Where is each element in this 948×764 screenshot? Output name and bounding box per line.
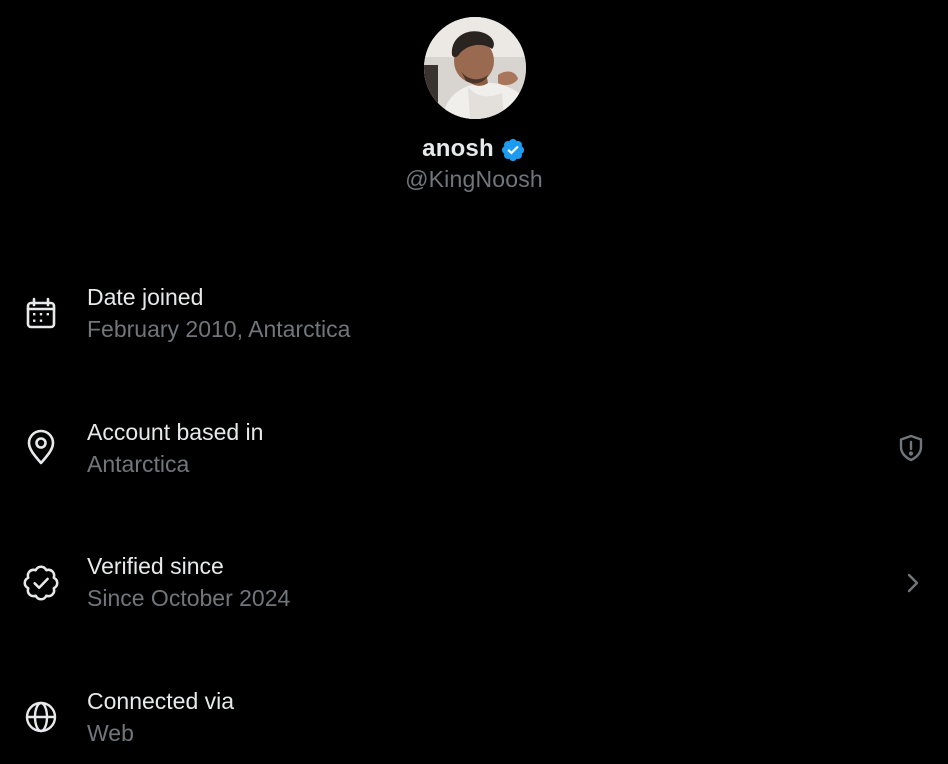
display-name[interactable]: anosh bbox=[422, 135, 494, 163]
verified-check-icon bbox=[22, 564, 60, 602]
account-based-in-label: Account based in bbox=[87, 419, 264, 445]
verified-since-value: Since October 2024 bbox=[87, 585, 291, 611]
profile-header: anosh @KingNoosh bbox=[0, 0, 948, 210]
account-based-in-row: Account based in Antarctica bbox=[0, 415, 948, 495]
verified-badge-icon[interactable] bbox=[500, 137, 526, 163]
calendar-icon bbox=[22, 295, 60, 333]
location-pin-icon bbox=[22, 429, 60, 467]
date-joined-label: Date joined bbox=[87, 284, 204, 310]
shield-alert-icon[interactable] bbox=[896, 433, 926, 463]
chevron-right-icon[interactable] bbox=[898, 568, 928, 598]
globe-icon bbox=[22, 698, 60, 736]
date-joined-value: February 2010, Antarctica bbox=[87, 316, 351, 342]
connected-via-value: Web bbox=[87, 720, 134, 746]
avatar[interactable] bbox=[424, 17, 526, 119]
account-based-in-value: Antarctica bbox=[87, 451, 190, 477]
connected-via-label: Connected via bbox=[87, 688, 235, 714]
verified-since-label: Verified since bbox=[87, 553, 224, 579]
name-row: anosh bbox=[0, 132, 948, 166]
avatar-photo bbox=[424, 17, 526, 119]
verified-since-row[interactable]: Verified since Since October 2024 bbox=[0, 549, 948, 629]
user-handle[interactable]: @KingNoosh bbox=[0, 166, 948, 193]
connected-via-row: Connected via Web bbox=[0, 684, 948, 764]
date-joined-row: Date joined February 2010, Antarctica bbox=[0, 280, 948, 360]
